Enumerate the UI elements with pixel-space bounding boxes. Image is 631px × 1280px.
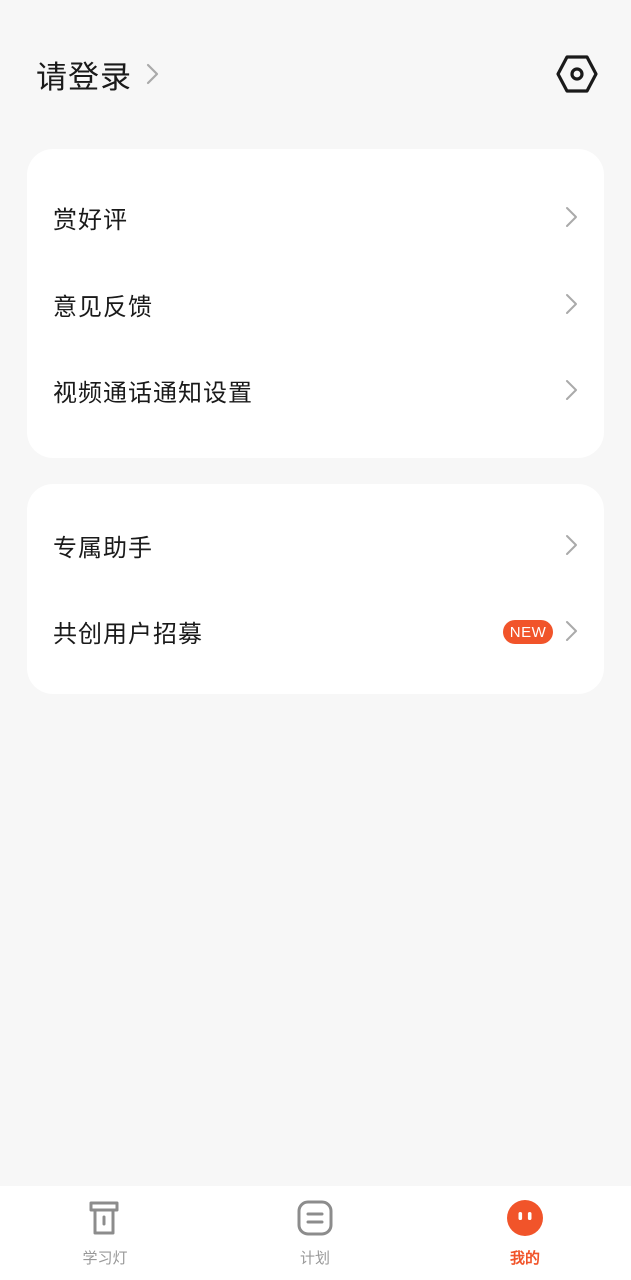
bottom-tab-bar: 学习灯 计划 我的 — [0, 1186, 631, 1280]
new-badge: NEW — [503, 620, 553, 644]
login-label: 请登录 — [36, 59, 132, 96]
login-button[interactable]: 请登录 — [36, 52, 160, 96]
video-call-notification-row[interactable]: 视频通话通知设置 — [27, 360, 604, 420]
settings-icon[interactable] — [556, 53, 598, 95]
settings-card-primary: 赏好评 意见反馈 视频通话通知设置 — [27, 149, 604, 458]
row-label: 专属助手 — [53, 533, 153, 562]
plan-icon — [297, 1200, 333, 1236]
tab-label: 计划 — [299, 1249, 330, 1267]
row-label: 视频通话通知设置 — [53, 378, 253, 407]
chevron-right-icon — [566, 207, 577, 227]
tab-label: 我的 — [509, 1249, 540, 1267]
co-creation-recruit-row[interactable]: 共创用户招募 NEW — [27, 601, 604, 661]
settings-card-secondary: 专属助手 共创用户招募 NEW — [27, 484, 604, 694]
profile-face-icon — [507, 1200, 543, 1236]
header: 请登录 — [0, 0, 631, 150]
dedicated-assistant-row[interactable]: 专属助手 — [27, 515, 604, 575]
chevron-right-icon — [566, 535, 577, 555]
rate-app-row[interactable]: 赏好评 — [27, 187, 604, 247]
chevron-right-icon — [566, 380, 577, 400]
row-label: 共创用户招募 — [53, 619, 203, 648]
tab-label: 学习灯 — [82, 1249, 128, 1267]
tab-mine[interactable]: 我的 — [420, 1186, 630, 1280]
chevron-right-icon — [566, 294, 577, 314]
tab-plan[interactable]: 计划 — [210, 1186, 420, 1280]
chevron-right-icon — [146, 63, 159, 85]
feedback-row[interactable]: 意见反馈 — [27, 274, 604, 334]
row-label: 意见反馈 — [53, 292, 153, 321]
tab-study-lamp[interactable]: 学习灯 — [0, 1186, 210, 1280]
row-label: 赏好评 — [53, 205, 128, 234]
chevron-right-icon — [566, 621, 577, 641]
lamp-icon — [89, 1201, 119, 1235]
